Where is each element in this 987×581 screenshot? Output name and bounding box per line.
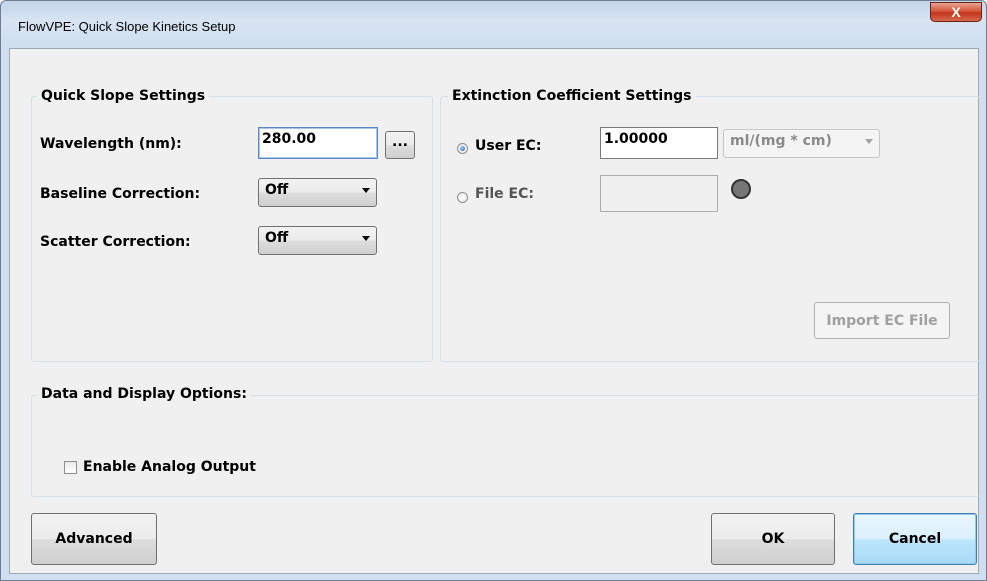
dialog-window: FlowVPE: Quick Slope Kinetics Setup X Qu… <box>0 0 987 581</box>
file-ec-input <box>600 175 718 212</box>
title-bar[interactable]: FlowVPE: Quick Slope Kinetics Setup X <box>1 1 986 48</box>
wavelength-input[interactable]: 280.00 <box>258 127 378 159</box>
enable-analog-output-checkbox[interactable] <box>64 461 77 474</box>
data-display-options-group <box>31 395 980 497</box>
scatter-correction-label: Scatter Correction: <box>40 234 191 250</box>
scatter-correction-value: Off <box>265 230 289 246</box>
close-icon: X <box>951 4 961 20</box>
chevron-down-icon <box>362 236 370 241</box>
scatter-correction-select[interactable]: Off <box>258 226 377 255</box>
close-button[interactable]: X <box>930 2 982 22</box>
ec-unit-value: ml/(mg * cm) <box>730 133 832 149</box>
file-ec-radio[interactable] <box>457 192 468 203</box>
baseline-correction-label: Baseline Correction: <box>40 186 201 202</box>
data-display-options-title: Data and Display Options: <box>37 386 251 402</box>
user-ec-input[interactable]: 1.00000 <box>600 127 718 159</box>
dialog-client-area: Quick Slope Settings Wavelength (nm): 28… <box>9 48 980 574</box>
quick-slope-settings-title: Quick Slope Settings <box>37 88 210 104</box>
wavelength-label: Wavelength (nm): <box>40 136 182 152</box>
advanced-button[interactable]: Advanced <box>31 513 157 565</box>
import-ec-file-button[interactable]: Import EC File <box>814 302 950 339</box>
wavelength-browse-button[interactable]: ... <box>385 131 415 159</box>
chevron-down-icon <box>865 139 873 144</box>
ec-unit-select[interactable]: ml/(mg * cm) <box>723 129 880 158</box>
extinction-coefficient-title: Extinction Coefficient Settings <box>448 88 696 104</box>
chevron-down-icon <box>362 188 370 193</box>
ok-button[interactable]: OK <box>711 513 835 565</box>
baseline-correction-select[interactable]: Off <box>258 178 377 207</box>
baseline-correction-value: Off <box>265 182 289 198</box>
enable-analog-output-label[interactable]: Enable Analog Output <box>83 459 256 475</box>
cancel-button[interactable]: Cancel <box>853 513 977 565</box>
file-ec-label[interactable]: File EC: <box>475 186 534 202</box>
user-ec-radio[interactable] <box>457 143 468 154</box>
status-indicator-icon <box>731 179 751 199</box>
user-ec-label[interactable]: User EC: <box>475 138 541 154</box>
window-title: FlowVPE: Quick Slope Kinetics Setup <box>18 19 236 34</box>
